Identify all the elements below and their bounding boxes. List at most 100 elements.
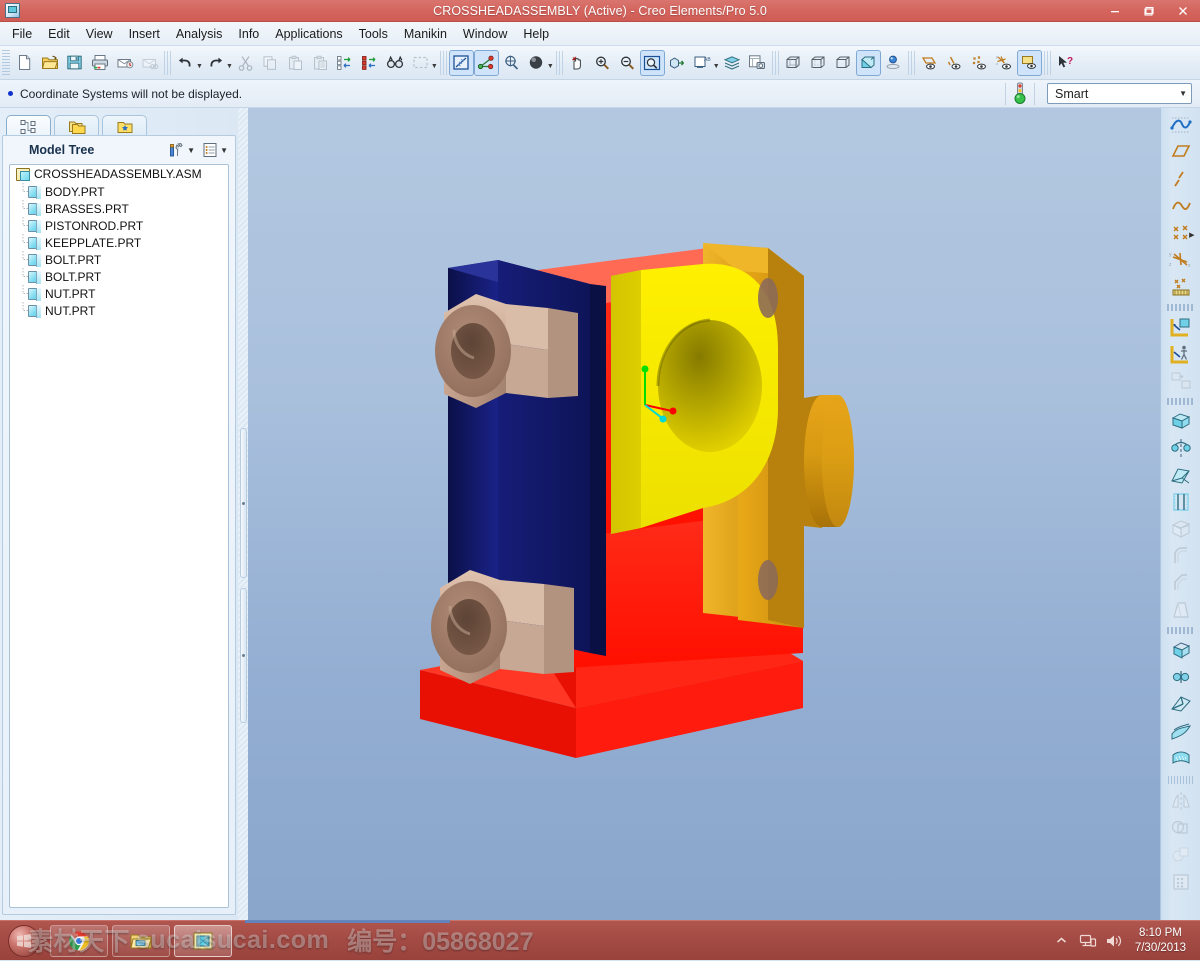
redo-icon[interactable] <box>203 50 228 76</box>
menu-info[interactable]: Info <box>230 24 267 44</box>
analysis-feature-icon[interactable] <box>1166 274 1196 300</box>
zoom-in-icon[interactable] <box>590 50 615 76</box>
model-tree[interactable]: CROSSHEADASSEMBLY.ASM BODY.PRT BRASSES.P… <box>9 164 229 908</box>
menu-analysis[interactable]: Analysis <box>168 24 231 44</box>
undo-icon[interactable] <box>173 50 198 76</box>
close-button[interactable] <box>1166 0 1200 22</box>
intersect-icon[interactable] <box>1166 842 1196 868</box>
regenerate-icon[interactable] <box>333 50 358 76</box>
creo-task[interactable] <box>174 924 232 957</box>
sweep-blend-icon[interactable] <box>1166 462 1196 488</box>
saved-view-icon[interactable]: AB <box>690 50 715 76</box>
reorient-icon[interactable] <box>665 50 690 76</box>
refit-icon[interactable] <box>639 49 665 76</box>
chevron-down-icon[interactable]: ▼ <box>187 146 195 155</box>
new-file-icon[interactable] <box>12 50 37 76</box>
menu-tools[interactable]: Tools <box>351 24 396 44</box>
datum-point-display-icon[interactable] <box>499 50 524 76</box>
chevron-down-icon[interactable]: ▼ <box>1179 89 1187 98</box>
pattern-icon[interactable] <box>1166 869 1196 895</box>
regenerate-manager-icon[interactable] <box>358 50 383 76</box>
menu-manikin[interactable]: Manikin <box>396 24 455 44</box>
settings-button[interactable]: ▼ <box>167 140 196 160</box>
extrude-icon[interactable] <box>1166 408 1196 434</box>
taskbar-clock[interactable]: 8:10 PM 7/30/2013 <box>1127 926 1194 956</box>
view-manager-icon[interactable] <box>745 50 770 76</box>
traffic-light-icon[interactable] <box>1012 82 1028 106</box>
light-source-icon[interactable] <box>881 50 906 76</box>
crosshead-assembly-3d-view[interactable] <box>248 108 1160 920</box>
find-icon[interactable] <box>383 50 408 76</box>
selection-filter-combo[interactable]: Smart ▼ <box>1047 83 1192 104</box>
wireframe-icon[interactable] <box>781 50 806 76</box>
coordinate-system-icon[interactable]: y z x <box>1166 247 1196 273</box>
splitter-handle-bottom[interactable] <box>240 588 247 723</box>
volume-button[interactable] <box>1101 924 1127 958</box>
tree-item-brasses[interactable]: BRASSES.PRT <box>10 200 228 217</box>
tree-item-bolt-2[interactable]: BOLT.PRT <box>10 268 228 285</box>
pattern-component-icon[interactable] <box>1166 368 1196 394</box>
tree-item-pistonrod[interactable]: PISTONROD.PRT <box>10 217 228 234</box>
toolbar-grip[interactable] <box>2 49 10 76</box>
zoom-out-icon[interactable] <box>615 50 640 76</box>
toolbar-grip[interactable] <box>1167 776 1194 784</box>
creo-window-icon[interactable] <box>5 3 20 18</box>
datum-curve-icon[interactable] <box>1166 193 1196 219</box>
paste-special-icon[interactable] <box>308 50 333 76</box>
offset-surface-icon[interactable] <box>1166 718 1196 744</box>
layers-icon[interactable] <box>720 50 745 76</box>
flyout-arrow-icon[interactable]: ▶ <box>1189 231 1194 239</box>
create-component-icon[interactable] <box>1166 314 1196 340</box>
point-visibility-icon[interactable] <box>967 50 992 76</box>
datum-plane-display-icon[interactable] <box>448 49 474 76</box>
no-hidden-icon[interactable] <box>831 50 856 76</box>
datum-axis-icon[interactable] <box>1166 166 1196 192</box>
splitter-handle-top[interactable] <box>240 428 247 578</box>
trim-surface-icon[interactable] <box>1166 691 1196 717</box>
assemble-component-icon[interactable] <box>1166 341 1196 367</box>
chrome-task[interactable] <box>50 924 108 957</box>
tree-item-bolt-1[interactable]: BOLT.PRT <box>10 251 228 268</box>
network-button[interactable] <box>1075 924 1101 958</box>
paste-icon[interactable] <box>283 50 308 76</box>
menu-file[interactable]: File <box>4 24 40 44</box>
graphics-window[interactable] <box>248 108 1160 920</box>
maximize-button[interactable] <box>1132 0 1166 22</box>
spin-hand-icon[interactable] <box>565 50 590 76</box>
draft-icon[interactable] <box>1166 597 1196 623</box>
print-icon[interactable] <box>87 50 112 76</box>
round-icon[interactable] <box>1166 543 1196 569</box>
menu-window[interactable]: Window <box>455 24 515 44</box>
csys-visibility-icon[interactable]: y z <box>992 50 1017 76</box>
datum-point-icon[interactable]: ▶ <box>1166 220 1196 246</box>
explorer-task[interactable] <box>112 924 170 957</box>
merge-surfaces-icon[interactable] <box>1166 664 1196 690</box>
minimize-button[interactable] <box>1098 0 1132 22</box>
annotation-visibility-icon[interactable] <box>1016 49 1042 76</box>
cut-icon[interactable] <box>233 50 258 76</box>
tree-root-item[interactable]: CROSSHEADASSEMBLY.ASM <box>10 165 228 183</box>
mirror-icon[interactable] <box>1166 788 1196 814</box>
tree-item-keepplate[interactable]: KEEPPLATE.PRT <box>10 234 228 251</box>
start-button[interactable] <box>2 922 46 960</box>
show-hidden-icons-button[interactable] <box>1049 924 1075 958</box>
datum-axis-display-icon[interactable] <box>473 49 499 76</box>
plane-visibility-icon[interactable] <box>917 50 942 76</box>
tree-item-nut-2[interactable]: NUT.PRT <box>10 302 228 319</box>
tree-item-body[interactable]: BODY.PRT <box>10 183 228 200</box>
chamfer-icon[interactable] <box>1166 570 1196 596</box>
show-button[interactable]: ▼ <box>201 140 229 160</box>
sketch-curve-icon[interactable] <box>1166 112 1196 138</box>
shell-icon[interactable] <box>1166 516 1196 542</box>
send-mail-icon[interactable] <box>112 50 137 76</box>
menu-applications[interactable]: Applications <box>267 24 350 44</box>
fill-surface-icon[interactable] <box>1166 745 1196 771</box>
copy-icon[interactable] <box>258 50 283 76</box>
solidify-icon[interactable] <box>1166 637 1196 663</box>
revolve-icon[interactable] <box>1166 435 1196 461</box>
tree-item-nut-1[interactable]: NUT.PRT <box>10 285 228 302</box>
save-icon[interactable] <box>62 50 87 76</box>
menu-help[interactable]: Help <box>515 24 557 44</box>
shading-icon[interactable] <box>855 49 881 76</box>
navigator-splitter[interactable] <box>238 108 248 920</box>
